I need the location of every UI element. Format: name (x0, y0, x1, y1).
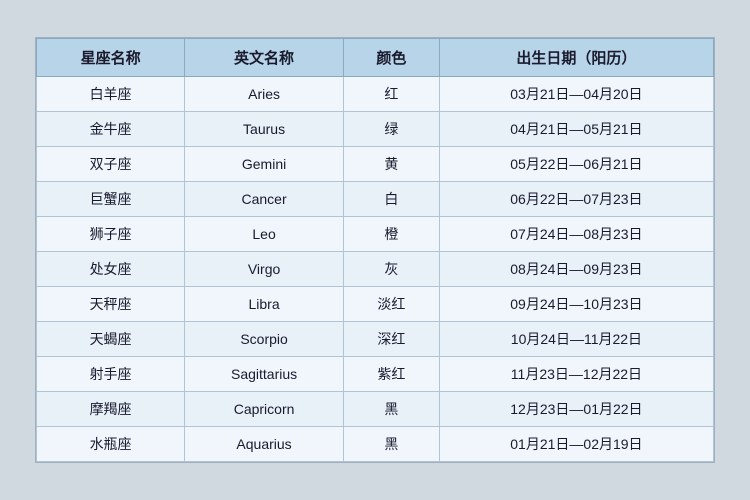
cell-color: 红 (343, 77, 439, 112)
cell-chinese-name: 狮子座 (37, 217, 185, 252)
table-row: 水瓶座Aquarius黑01月21日—02月19日 (37, 427, 714, 462)
cell-date: 01月21日—02月19日 (439, 427, 713, 462)
zodiac-table: 星座名称 英文名称 颜色 出生日期（阳历） 白羊座Aries红03月21日—04… (36, 38, 714, 462)
cell-date: 10月24日—11月22日 (439, 322, 713, 357)
cell-date: 09月24日—10月23日 (439, 287, 713, 322)
cell-date: 11月23日—12月22日 (439, 357, 713, 392)
table-row: 射手座Sagittarius紫红11月23日—12月22日 (37, 357, 714, 392)
cell-chinese-name: 巨蟹座 (37, 182, 185, 217)
header-color: 颜色 (343, 39, 439, 77)
header-chinese-name: 星座名称 (37, 39, 185, 77)
cell-color: 淡红 (343, 287, 439, 322)
table-row: 巨蟹座Cancer白06月22日—07月23日 (37, 182, 714, 217)
cell-english-name: Capricorn (185, 392, 344, 427)
cell-date: 08月24日—09月23日 (439, 252, 713, 287)
cell-chinese-name: 摩羯座 (37, 392, 185, 427)
table-header-row: 星座名称 英文名称 颜色 出生日期（阳历） (37, 39, 714, 77)
cell-chinese-name: 射手座 (37, 357, 185, 392)
cell-chinese-name: 双子座 (37, 147, 185, 182)
cell-color: 黄 (343, 147, 439, 182)
table-row: 天蝎座Scorpio深红10月24日—11月22日 (37, 322, 714, 357)
cell-english-name: Scorpio (185, 322, 344, 357)
cell-color: 橙 (343, 217, 439, 252)
cell-chinese-name: 白羊座 (37, 77, 185, 112)
table-row: 白羊座Aries红03月21日—04月20日 (37, 77, 714, 112)
cell-color: 黑 (343, 392, 439, 427)
cell-color: 灰 (343, 252, 439, 287)
cell-english-name: Taurus (185, 112, 344, 147)
table-row: 天秤座Libra淡红09月24日—10月23日 (37, 287, 714, 322)
cell-chinese-name: 天蝎座 (37, 322, 185, 357)
cell-date: 06月22日—07月23日 (439, 182, 713, 217)
table-row: 金牛座Taurus绿04月21日—05月21日 (37, 112, 714, 147)
cell-chinese-name: 水瓶座 (37, 427, 185, 462)
cell-chinese-name: 处女座 (37, 252, 185, 287)
cell-color: 绿 (343, 112, 439, 147)
cell-english-name: Virgo (185, 252, 344, 287)
cell-chinese-name: 金牛座 (37, 112, 185, 147)
cell-date: 07月24日—08月23日 (439, 217, 713, 252)
cell-english-name: Libra (185, 287, 344, 322)
table-body: 白羊座Aries红03月21日—04月20日金牛座Taurus绿04月21日—0… (37, 77, 714, 462)
cell-chinese-name: 天秤座 (37, 287, 185, 322)
cell-english-name: Gemini (185, 147, 344, 182)
cell-english-name: Aquarius (185, 427, 344, 462)
cell-date: 03月21日—04月20日 (439, 77, 713, 112)
header-date: 出生日期（阳历） (439, 39, 713, 77)
cell-date: 12月23日—01月22日 (439, 392, 713, 427)
cell-date: 04月21日—05月21日 (439, 112, 713, 147)
cell-color: 紫红 (343, 357, 439, 392)
cell-english-name: Sagittarius (185, 357, 344, 392)
cell-english-name: Aries (185, 77, 344, 112)
cell-color: 黑 (343, 427, 439, 462)
header-english-name: 英文名称 (185, 39, 344, 77)
cell-color: 深红 (343, 322, 439, 357)
cell-date: 05月22日—06月21日 (439, 147, 713, 182)
cell-color: 白 (343, 182, 439, 217)
zodiac-table-container: 星座名称 英文名称 颜色 出生日期（阳历） 白羊座Aries红03月21日—04… (35, 37, 715, 463)
table-row: 摩羯座Capricorn黑12月23日—01月22日 (37, 392, 714, 427)
cell-english-name: Cancer (185, 182, 344, 217)
table-row: 处女座Virgo灰08月24日—09月23日 (37, 252, 714, 287)
table-row: 狮子座Leo橙07月24日—08月23日 (37, 217, 714, 252)
table-row: 双子座Gemini黄05月22日—06月21日 (37, 147, 714, 182)
cell-english-name: Leo (185, 217, 344, 252)
